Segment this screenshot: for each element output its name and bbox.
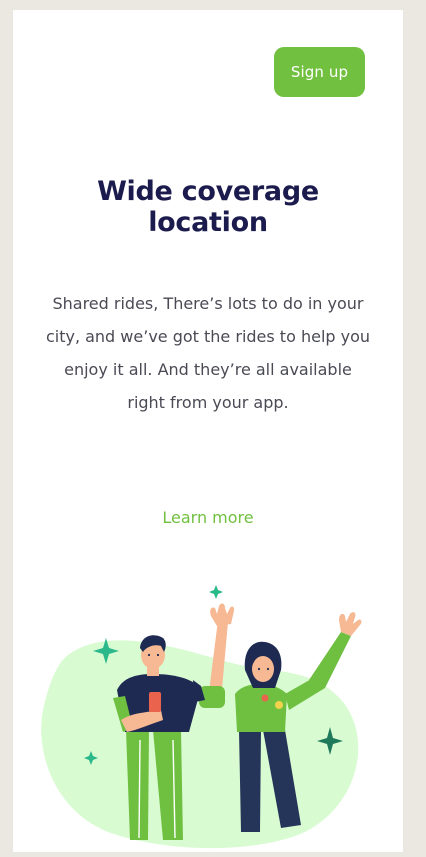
description-text: Shared rides, There’s lots to do in your… <box>45 294 371 412</box>
sign-up-button[interactable]: Sign up <box>274 47 365 97</box>
onboarding-card: Sign up Wide coverage location Shared ri… <box>13 10 403 852</box>
page-title: Wide coverage location <box>33 176 383 238</box>
title-line-1: Wide coverage <box>97 176 319 207</box>
title-line-2: location <box>148 207 268 238</box>
people-waving-illustration <box>41 585 362 849</box>
learn-more-link[interactable]: Learn more <box>13 508 403 527</box>
sparkle-icon <box>209 585 223 599</box>
